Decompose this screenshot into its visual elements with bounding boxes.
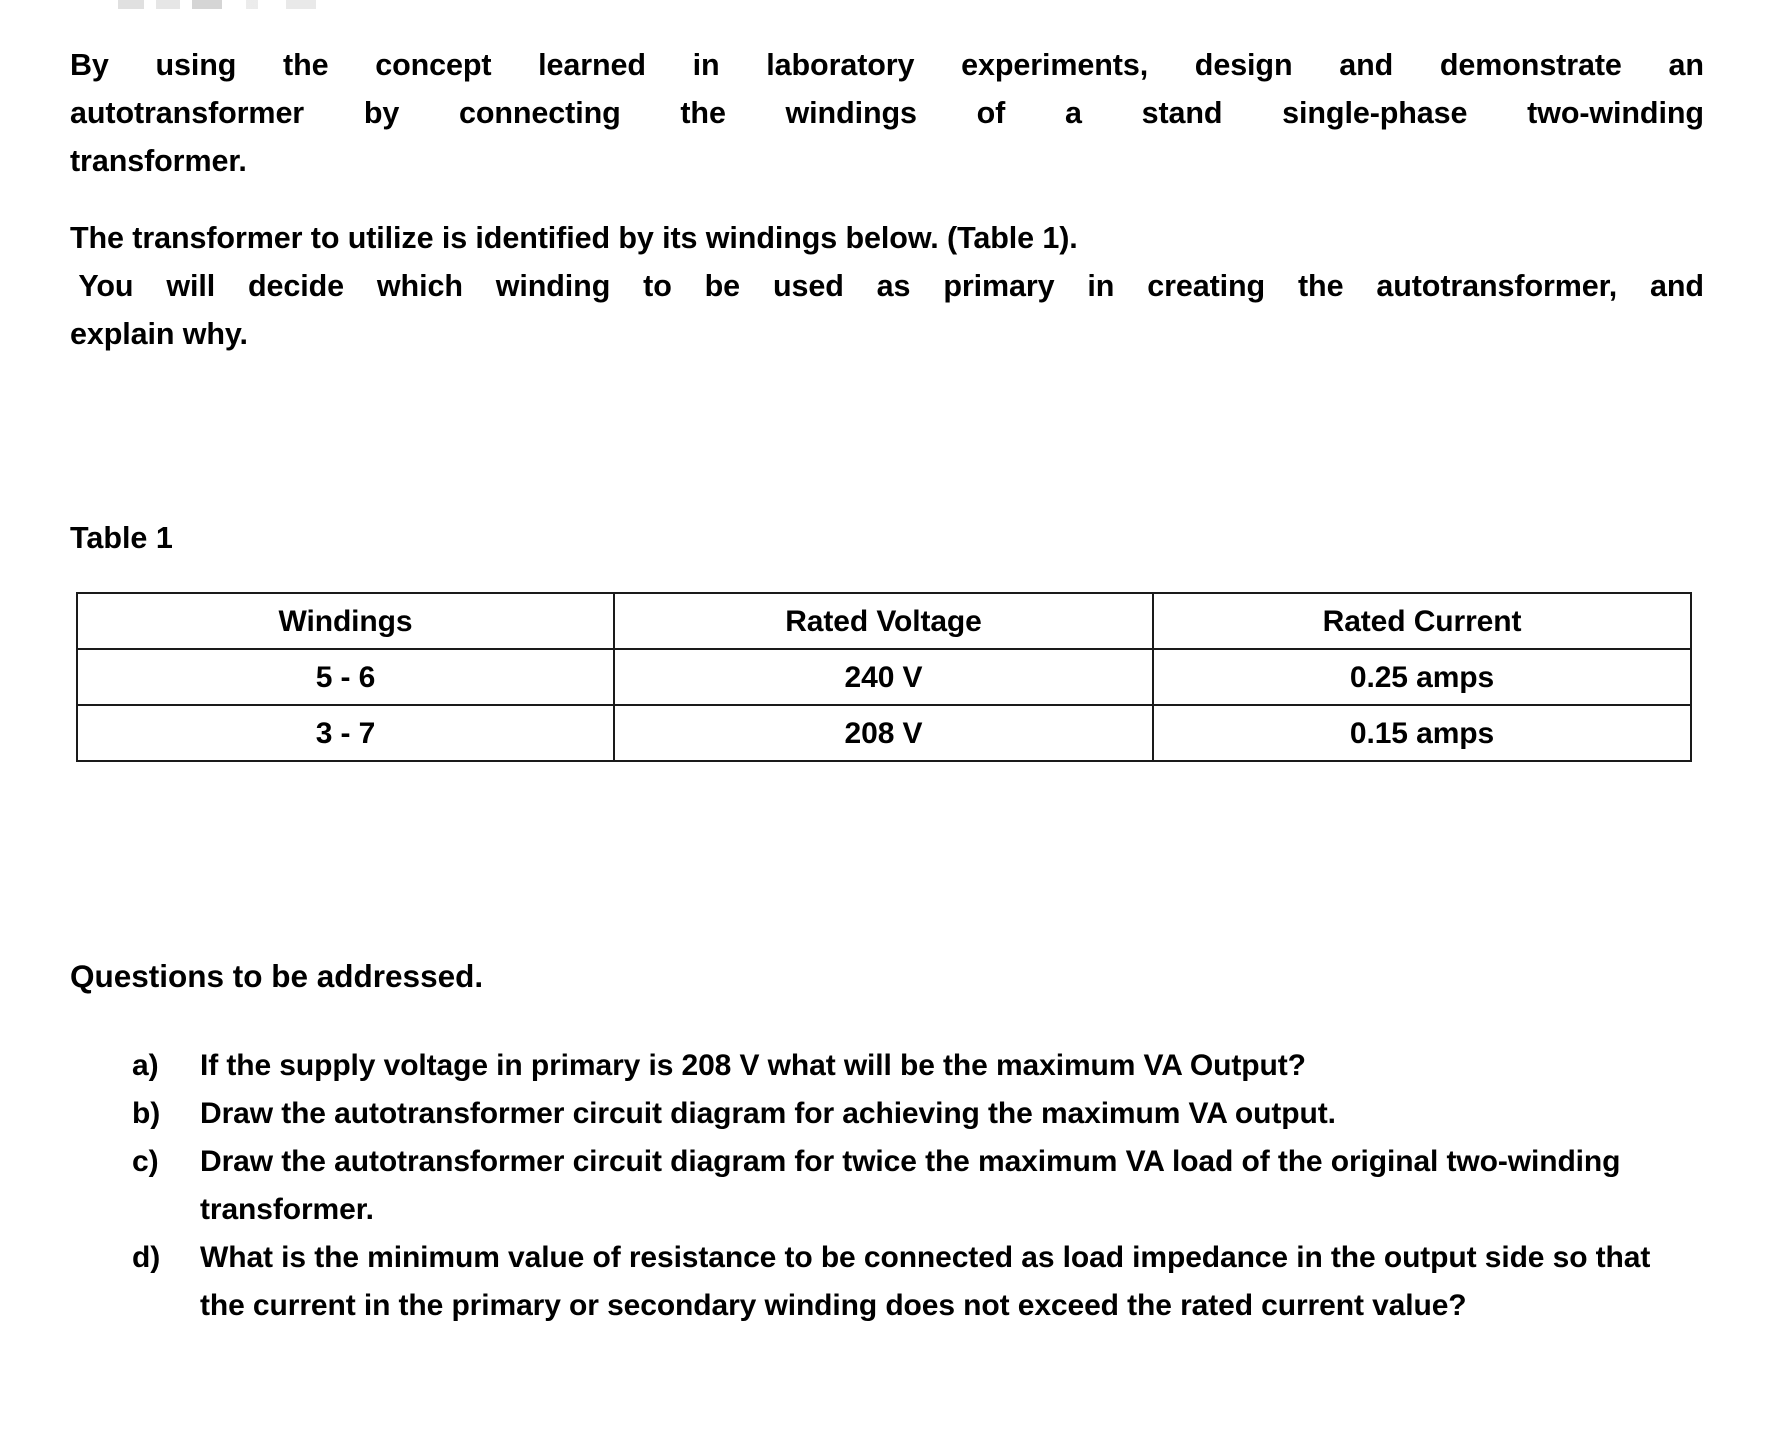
paragraph-table-reference-line-3: explain why.: [70, 317, 248, 351]
paragraph-intro: By using the concept learned in laboratory expe…: [70, 41, 1704, 185]
table-cell-rated-voltage: 240 V: [613, 648, 1154, 706]
table-header-row: Windings Rated Voltage Rated Current: [76, 592, 1692, 650]
table-cell-rated-current: 0.15 amps: [1152, 704, 1692, 762]
list-item-text: What is the minimum value of resistance …: [200, 1241, 1651, 1322]
list-item-marker: a): [132, 1049, 159, 1082]
paragraph-intro-line-2: autotransformer by connecting the windings of…: [70, 96, 1704, 130]
table-cell-windings: 5 - 6: [76, 648, 615, 706]
list-item: d) What is the minimum value of resistan…: [132, 1234, 1652, 1330]
paragraph-table-reference: The transformer to utilize is identified…: [70, 214, 1704, 358]
windings-table: Windings Rated Voltage Rated Current 5 -…: [76, 592, 1692, 762]
table-header-windings: Windings: [76, 592, 615, 650]
table-row: 5 - 6 240 V 0.25 amps: [76, 648, 1692, 706]
list-item-marker: d): [132, 1241, 161, 1274]
list-item-marker: b): [132, 1097, 161, 1130]
list-item-text: If the supply voltage in primary is 208 …: [200, 1049, 1306, 1082]
table-header-rated-voltage: Rated Voltage: [613, 592, 1154, 650]
list-item-marker: c): [132, 1145, 159, 1178]
windings-table-container: Windings Rated Voltage Rated Current 5 -…: [76, 592, 1692, 762]
document-page: By using the concept learned in laboratory expe…: [0, 0, 1765, 1452]
table-caption: Table 1: [70, 521, 173, 555]
paragraph-intro-line-1: By using the concept learned in laboratory expe…: [70, 48, 1704, 82]
paragraph-table-reference-line-2: You will decide which winding to be used as prima…: [70, 269, 1704, 303]
table-row: 3 - 7 208 V 0.15 amps: [76, 704, 1692, 762]
scan-artifact: [118, 0, 388, 9]
paragraph-intro-line-3: transformer.: [70, 144, 247, 178]
paragraph-table-reference-line-1: The transformer to utilize is identified…: [70, 221, 1078, 255]
list-item: c) Draw the autotransformer circuit diag…: [132, 1138, 1652, 1234]
questions-list: a) If the supply voltage in primary is 2…: [132, 1042, 1652, 1330]
questions-heading: Questions to be addressed.: [70, 958, 484, 994]
table-cell-windings: 3 - 7: [76, 704, 615, 762]
table-cell-rated-voltage: 208 V: [613, 704, 1154, 762]
list-item: b) Draw the autotransformer circuit diag…: [132, 1090, 1652, 1138]
list-item-text: Draw the autotransformer circuit diagram…: [200, 1097, 1336, 1130]
list-item-text: Draw the autotransformer circuit diagram…: [200, 1145, 1621, 1226]
table-cell-rated-current: 0.25 amps: [1152, 648, 1692, 706]
table-header-rated-current: Rated Current: [1152, 592, 1692, 650]
list-item: a) If the supply voltage in primary is 2…: [132, 1042, 1652, 1090]
